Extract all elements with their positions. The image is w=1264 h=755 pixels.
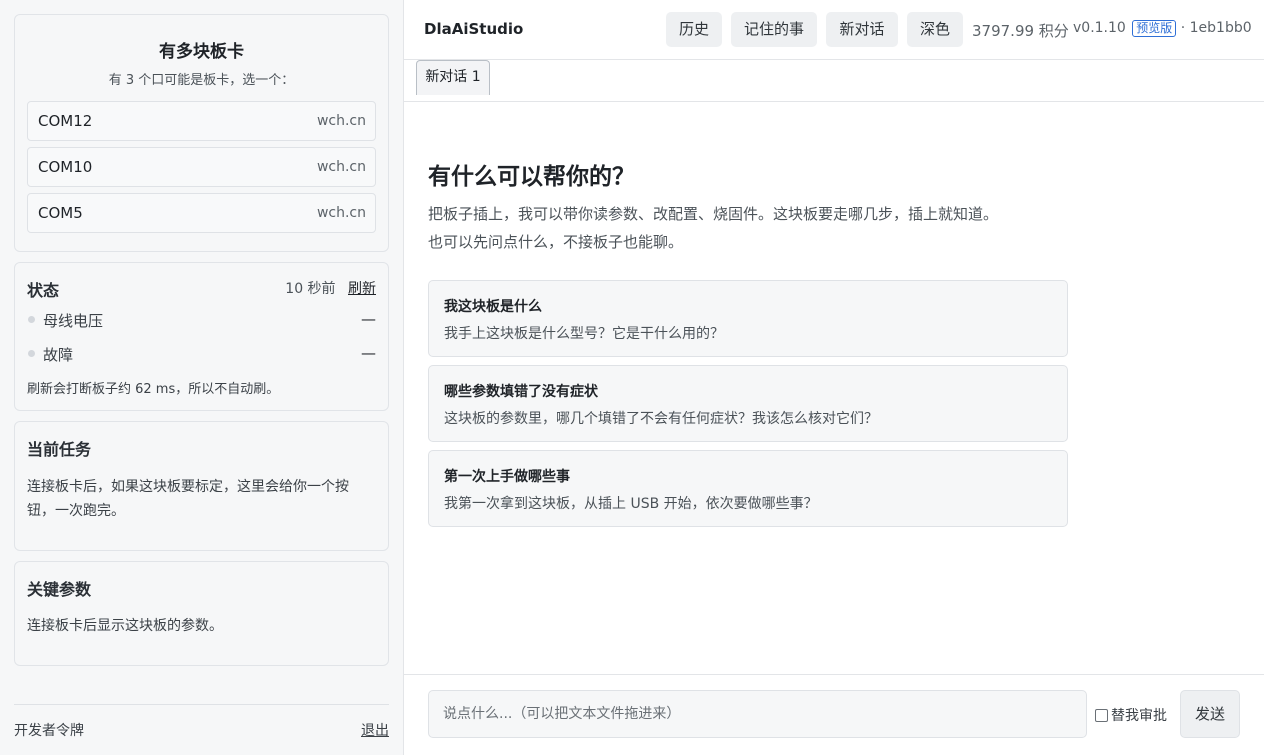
current-task-card: 当前任务 连接板卡后，如果这块板要标定，这里会给你一个按钮，一次跑完。 bbox=[14, 421, 389, 551]
board-picker-subtitle: 有 3 个口可能是板卡，选一个： bbox=[108, 73, 295, 88]
suggestion-body: 我手上这块板是什么型号？它是干什么用的？ bbox=[444, 326, 724, 342]
status-updated-ago: 10 秒前 bbox=[285, 281, 336, 297]
suggestion-body: 这块板的参数里，哪几个填错了不会有任何症状？我该怎么核对它们？ bbox=[444, 411, 878, 427]
new-chat-button[interactable]: 新对话 bbox=[826, 12, 898, 47]
status-label: 故障 bbox=[43, 346, 74, 364]
version-info: v0.1.10 预览版 · 1eb1bb0 bbox=[1073, 20, 1252, 37]
suggestion-title: 我这块板是什么 bbox=[444, 299, 542, 315]
message-input[interactable] bbox=[428, 690, 1087, 738]
app-brand: DlaAiStudio bbox=[424, 20, 524, 38]
sidebar: 有多块板卡 有 3 个口可能是板卡，选一个： COM12 wch.cn COM1… bbox=[0, 0, 404, 755]
memory-button[interactable]: 记住的事 bbox=[731, 12, 817, 47]
history-button[interactable]: 历史 bbox=[666, 12, 722, 47]
suggestion-body: 我第一次拿到这块板，从插上 USB 开始，依次要做哪些事？ bbox=[444, 496, 818, 512]
port-vendor: wch.cn bbox=[316, 159, 366, 175]
auto-approve-label: 替我审批 bbox=[1111, 708, 1167, 724]
key-params-card: 关键参数 连接板卡后显示这块板的参数。 bbox=[14, 561, 389, 666]
welcome-desc-line: 把板子插上，我可以带你读参数、改配置、烧固件。这块板要走哪几步，插上就知道。 bbox=[428, 205, 999, 223]
preview-badge: 预览版 bbox=[1132, 20, 1177, 37]
status-title: 状态 bbox=[27, 281, 60, 300]
suggestion-card[interactable]: 我这块板是什么 我手上这块板是什么型号？它是干什么用的？ bbox=[428, 280, 1068, 357]
port-name: COM10 bbox=[38, 158, 93, 176]
welcome-desc-line: 也可以先问点什么，不接板子也能聊。 bbox=[428, 233, 684, 251]
status-row-bus-voltage: 母线电压 — bbox=[27, 309, 376, 331]
status-value: — bbox=[361, 310, 376, 328]
welcome-title: 有什么可以帮你的？ bbox=[428, 164, 635, 190]
board-picker-title: 有多块板卡 bbox=[159, 42, 244, 62]
key-params-title: 关键参数 bbox=[27, 580, 92, 599]
tab-new-chat-1[interactable]: 新对话 1 bbox=[416, 60, 490, 95]
status-note: 刷新会打断板子约 62 ms，所以不自动刷。 bbox=[27, 382, 280, 397]
suggestion-title: 第一次上手做哪些事 bbox=[444, 469, 570, 485]
sidebar-footer: 开发者令牌 退出 bbox=[14, 704, 389, 755]
status-meta: 10 秒前 刷新 bbox=[285, 278, 376, 298]
status-label: 母线电压 bbox=[43, 312, 104, 330]
status-value: — bbox=[361, 344, 376, 362]
status-dot-icon bbox=[28, 316, 35, 323]
status-card: 状态 10 秒前 刷新 母线电压 — 故障 — 刷新会打断板子约 62 ms，所… bbox=[14, 262, 389, 411]
send-button[interactable]: 发送 bbox=[1180, 690, 1240, 738]
port-vendor: wch.cn bbox=[316, 113, 366, 129]
suggestion-card[interactable]: 第一次上手做哪些事 我第一次拿到这块板，从插上 USB 开始，依次要做哪些事？ bbox=[428, 450, 1068, 527]
port-option-com10[interactable]: COM10 wch.cn bbox=[27, 147, 376, 187]
theme-toggle-button[interactable]: 深色 bbox=[907, 12, 963, 47]
developer-token-label[interactable]: 开发者令牌 bbox=[14, 720, 84, 740]
port-name: COM5 bbox=[38, 204, 83, 222]
version-number: v0.1.10 bbox=[1073, 20, 1126, 36]
port-vendor: wch.cn bbox=[316, 205, 366, 221]
key-params-body: 连接板卡后显示这块板的参数。 bbox=[27, 618, 223, 634]
current-task-body: 连接板卡后，如果这块板要标定，这里会给你一个按钮，一次跑完。 bbox=[27, 479, 349, 519]
conversation-tabs: 新对话 1 bbox=[404, 60, 1264, 102]
message-composer: 替我审批 发送 bbox=[404, 674, 1264, 755]
build-hash: · 1eb1bb0 bbox=[1180, 20, 1252, 36]
refresh-link[interactable]: 刷新 bbox=[348, 281, 376, 297]
top-bar: DlaAiStudio 历史 记住的事 新对话 深色 3797.99 积分 v0… bbox=[404, 0, 1264, 60]
points-balance: 3797.99 积分 bbox=[972, 22, 1069, 40]
port-option-com12[interactable]: COM12 wch.cn bbox=[27, 101, 376, 141]
status-row-fault: 故障 — bbox=[27, 343, 376, 365]
port-name: COM12 bbox=[38, 112, 93, 130]
port-option-com5[interactable]: COM5 wch.cn bbox=[27, 193, 376, 233]
current-task-title: 当前任务 bbox=[27, 440, 92, 459]
welcome-description: 把板子插上，我可以带你读参数、改配置、烧固件。这块板要走哪几步，插上就知道。 也… bbox=[428, 200, 1108, 256]
logout-link[interactable]: 退出 bbox=[361, 720, 389, 740]
checkbox-icon[interactable] bbox=[1095, 709, 1108, 722]
status-dot-icon bbox=[28, 350, 35, 357]
suggestion-card[interactable]: 哪些参数填错了没有症状 这块板的参数里，哪几个填错了不会有任何症状？我该怎么核对… bbox=[428, 365, 1068, 442]
auto-approve-checkbox[interactable]: 替我审批 bbox=[1095, 705, 1167, 725]
board-picker-card: 有多块板卡 有 3 个口可能是板卡，选一个： COM12 wch.cn COM1… bbox=[14, 14, 389, 252]
suggestion-title: 哪些参数填错了没有症状 bbox=[444, 384, 598, 400]
